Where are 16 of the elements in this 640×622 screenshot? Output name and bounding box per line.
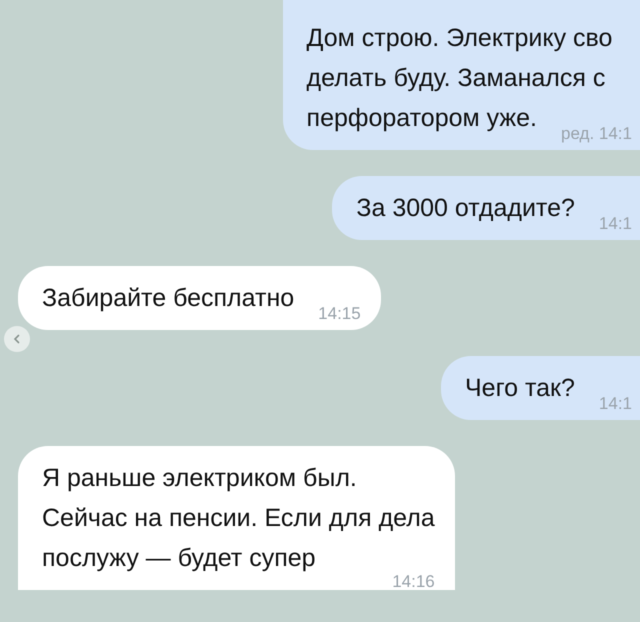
message-time: ред. 14:1 — [561, 125, 632, 142]
message-text: Забирайте бесплатно — [42, 283, 294, 314]
message-text: послужу — будет супер — [42, 543, 316, 574]
chevron-left-icon — [12, 334, 22, 344]
message-time: 14:1 — [598, 215, 632, 232]
message-time: 14:15 — [318, 305, 361, 322]
message-text: За 3000 отдадите? — [356, 193, 575, 224]
message-text: Дом строю. Электрику сво — [306, 23, 612, 54]
message-text: Я раньше электриком был. — [42, 463, 357, 494]
message-text: Сейчас на пенсии. Если для дела — [42, 503, 435, 534]
message-text: Чего так? — [465, 373, 575, 404]
message-text: делать буду. Заманался с — [306, 63, 606, 94]
message-time: 14:1 — [598, 395, 632, 412]
message-time: 14:16 — [392, 573, 435, 590]
message-text: перфоратором уже. — [306, 103, 537, 134]
back-button[interactable] — [4, 326, 30, 352]
